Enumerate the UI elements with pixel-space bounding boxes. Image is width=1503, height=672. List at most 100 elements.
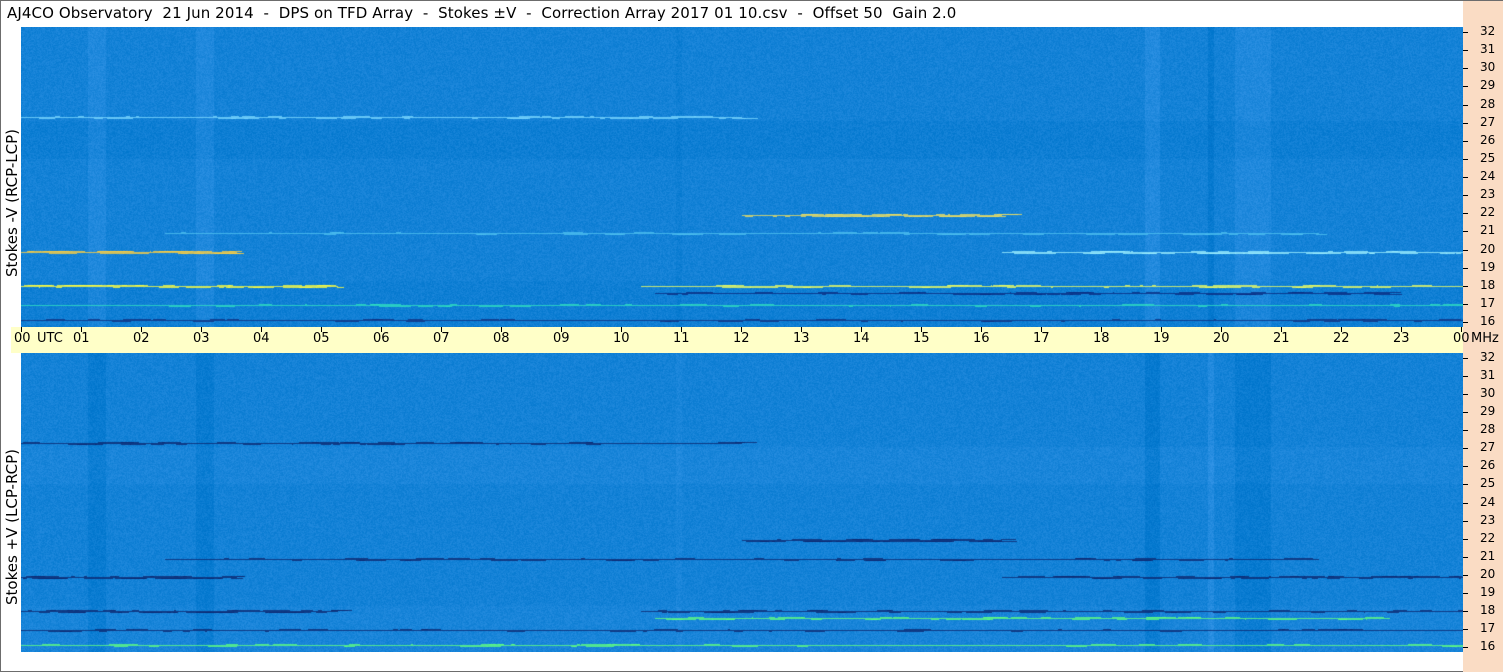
freq-tick-label: 30 [1480,60,1496,75]
time-tick-label: 18 [1093,331,1110,346]
time-tick [441,327,442,332]
freq-tick-label: 28 [1480,422,1496,437]
time-tick [1461,327,1462,332]
freq-tick-label: 16 [1480,639,1496,653]
freq-tick-label: 20 [1480,566,1496,581]
freq-tick-label: 19 [1480,259,1496,274]
time-tick-label: 09 [553,331,570,346]
time-tick [261,327,262,332]
freq-tick-label: 20 [1480,241,1496,256]
time-tick-label: 02 [133,331,150,346]
freq-tick-label: 31 [1480,368,1496,383]
time-tick [561,327,562,332]
time-tick-label: 00 [14,331,31,346]
freq-tick-label: 22 [1480,205,1496,220]
heatmap-canvas-top [21,27,1463,327]
freq-tick [1463,412,1468,414]
time-tick [1401,327,1402,332]
freq-tick [1463,195,1468,197]
freq-tick-label: 24 [1480,169,1496,183]
freq-tick [1463,213,1468,215]
time-tick-label: 20 [1213,331,1230,346]
freq-tick [1463,231,1468,233]
freq-tick-label: 18 [1480,277,1496,292]
figure-frame: AJ4CO Observatory 21 Jun 2014 - DPS on T… [0,0,1503,672]
freq-tick [1463,68,1468,70]
time-tick-label: 01 [73,331,90,346]
freq-tick-label: 17 [1480,620,1496,635]
freq-tick [1463,484,1468,486]
freq-tick [1463,610,1468,612]
time-tick [621,327,622,332]
time-tick-label: 14 [853,331,870,346]
time-tick [1161,327,1162,332]
freq-tick [1463,249,1468,251]
time-tick [1221,327,1222,332]
freq-tick-label: 21 [1480,223,1496,238]
freq-tick-label: 23 [1480,512,1496,527]
time-tick-label: 16 [973,331,990,346]
freq-tick [1463,628,1468,630]
freq-tick-label: 27 [1480,114,1496,129]
heatmap-canvas-bottom [21,353,1463,652]
time-tick-label: 00 [1453,331,1470,346]
time-tick-label: 07 [433,331,450,346]
freq-tick-label: 30 [1480,386,1496,401]
time-tick-label: 03 [193,331,210,346]
y-axis-label-top: Stokes -V (RCP-LCP) [3,129,21,277]
time-tick [681,327,682,332]
spectrogram-stokes-plus-v [21,353,1463,652]
freq-tick [1463,86,1468,88]
time-tick [861,327,862,332]
freq-tick [1463,647,1468,648]
freq-tick [1463,303,1468,305]
freq-tick [1463,430,1468,432]
time-tick [201,327,202,332]
freq-tick-label: 27 [1480,440,1496,455]
time-tick [741,327,742,332]
freq-tick [1463,394,1468,396]
freq-tick-label: 17 [1480,295,1496,310]
freq-tick [1463,267,1468,269]
freq-tick [1463,122,1468,124]
freq-tick-label: 26 [1480,132,1496,147]
time-tick-label: 10 [613,331,630,346]
freq-tick [1463,592,1468,594]
mhz-unit-label: MHz [1471,331,1499,346]
time-tick-label: 11 [673,331,690,346]
time-tick [501,327,502,332]
time-tick [81,327,82,332]
freq-tick-label: 28 [1480,96,1496,111]
time-tick-label: 22 [1333,331,1350,346]
freq-tick-label: 22 [1480,530,1496,545]
time-tick [381,327,382,332]
freq-tick [1463,448,1468,450]
freq-tick [1463,556,1468,558]
time-tick-label: 12 [733,331,750,346]
time-tick-label: 06 [373,331,390,346]
freq-tick-label: 19 [1480,584,1496,599]
time-tick-label: 05 [313,331,330,346]
freq-tick-label: 31 [1480,42,1496,57]
freq-tick [1463,285,1468,287]
freq-tick [1463,574,1468,576]
utc-unit-label: UTC [37,331,63,346]
freq-tick-label: 23 [1480,187,1496,202]
freq-tick-label: 24 [1480,494,1496,509]
time-tick-label: 04 [253,331,270,346]
time-tick [1341,327,1342,332]
freq-tick-label: 32 [1480,24,1496,38]
freq-tick-label: 25 [1480,150,1496,165]
time-tick [21,327,22,332]
freq-tick [1463,32,1468,33]
chart-title: AJ4CO Observatory 21 Jun 2014 - DPS on T… [7,4,957,22]
time-tick [321,327,322,332]
freq-tick-label: 21 [1480,548,1496,563]
freq-tick [1463,158,1468,160]
time-tick-label: 17 [1033,331,1050,346]
time-tick-label: 19 [1153,331,1170,346]
time-tick [1101,327,1102,332]
time-tick-label: 13 [793,331,810,346]
freq-tick [1463,140,1468,142]
freq-tick-label: 32 [1480,350,1496,364]
